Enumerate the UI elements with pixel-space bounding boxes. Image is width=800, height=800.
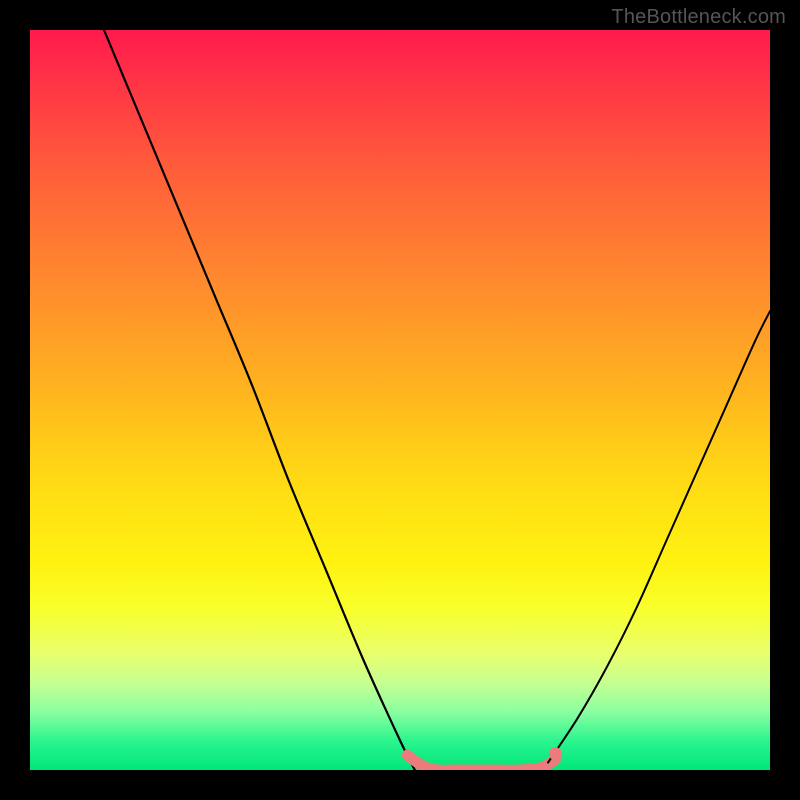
valley-pink-segment [407, 755, 555, 770]
chart-container: TheBottleneck.com [0, 0, 800, 800]
right-ascending-curve [548, 311, 770, 762]
curve-svg [30, 30, 770, 770]
pink-dot [549, 748, 561, 760]
plot-area [30, 30, 770, 770]
left-descending-curve [104, 30, 415, 770]
watermark-text: TheBottleneck.com [611, 6, 786, 29]
